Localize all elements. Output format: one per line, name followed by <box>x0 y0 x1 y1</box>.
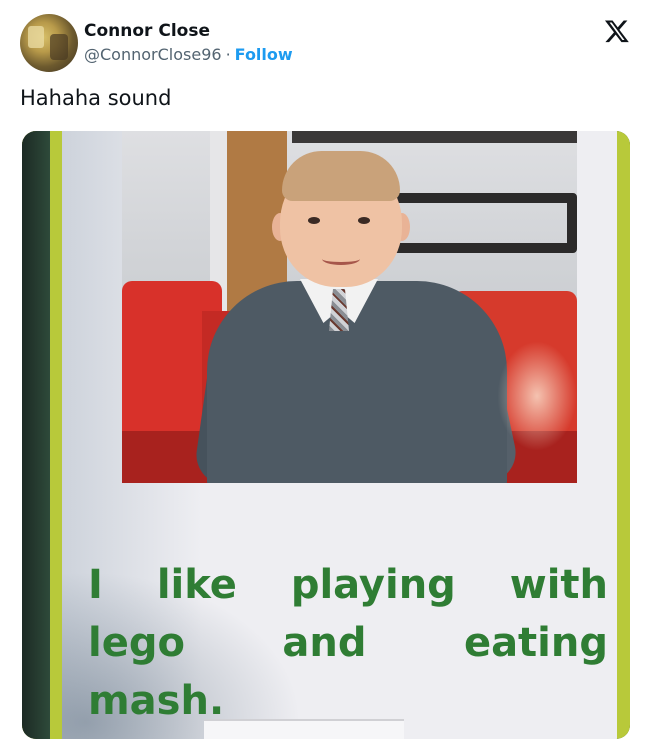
author-handle-row: @ConnorClose96 · Follow <box>84 45 293 64</box>
caption-word: I <box>88 562 103 608</box>
boy-photo <box>122 131 577 483</box>
author-name[interactable]: Connor Close <box>84 21 210 41</box>
caption-word: and <box>282 620 367 666</box>
caption-word: playing <box>290 562 456 608</box>
tweet-header: Connor Close @ConnorClose96 · Follow <box>20 14 632 74</box>
author-handle[interactable]: @ConnorClose96 <box>84 45 222 64</box>
caption-word: eating <box>463 620 608 666</box>
caption-word: with <box>509 562 608 608</box>
caption-word: lego <box>88 620 185 666</box>
follow-button[interactable]: Follow <box>235 45 293 64</box>
avatar[interactable] <box>20 14 78 72</box>
x-logo-icon[interactable] <box>604 18 630 44</box>
caption-line-1: I like playing with <box>88 556 608 614</box>
tweet-card: Connor Close @ConnorClose96 · Follow Hahah… <box>0 0 650 745</box>
tweet-text: Hahaha sound <box>20 86 172 110</box>
separator-dot: · <box>225 45 231 64</box>
tweet-media-image[interactable]: I like playing with lego and eating mash… <box>22 131 630 739</box>
tape-strip <box>204 719 404 739</box>
poster-caption: I like playing with lego and eating mash… <box>88 556 608 730</box>
caption-word: like <box>156 562 237 608</box>
caption-line-2: lego and eating <box>88 614 608 672</box>
